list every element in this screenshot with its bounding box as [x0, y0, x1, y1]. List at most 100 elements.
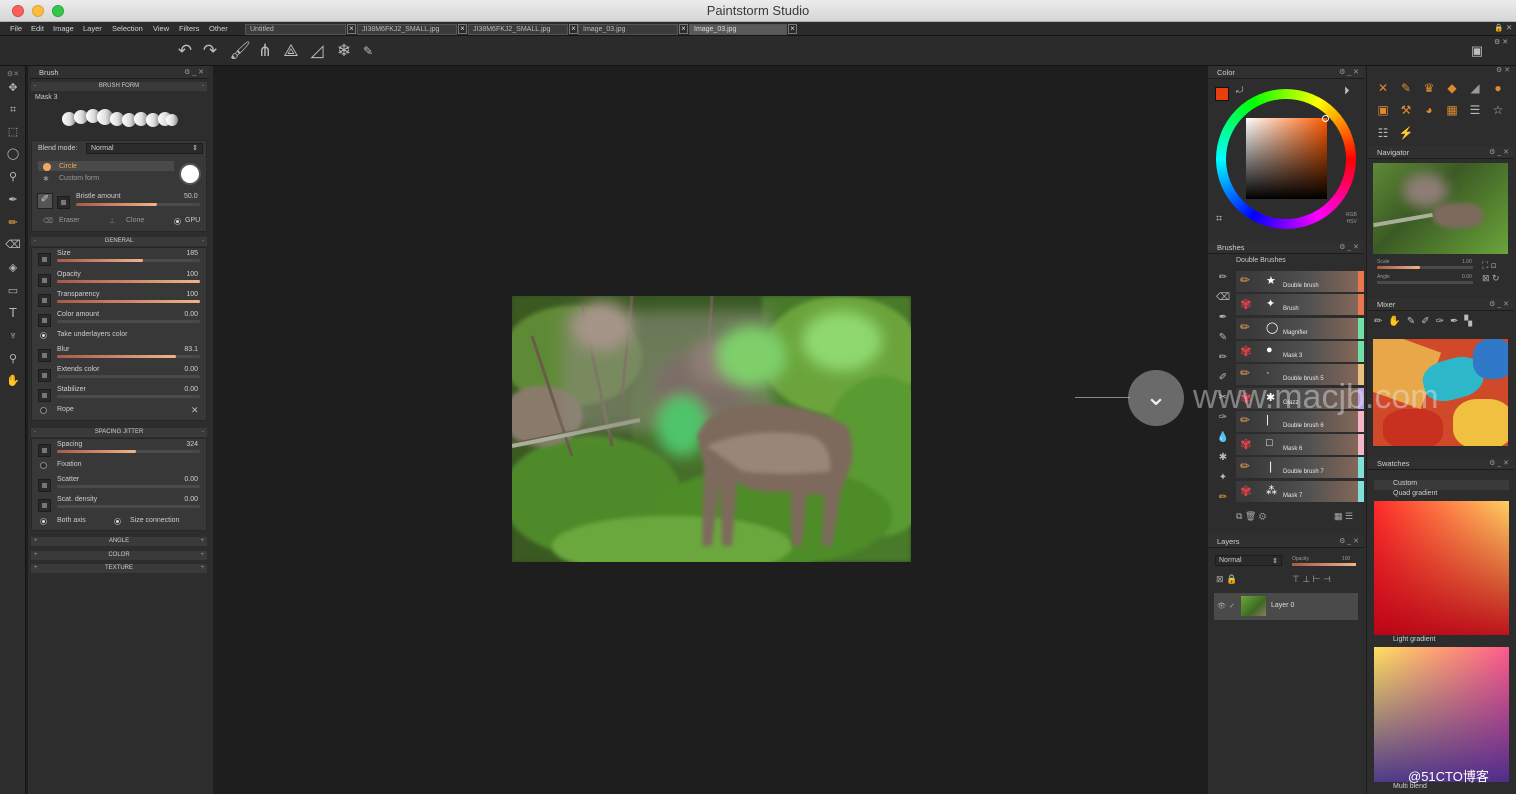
layer-align-icons[interactable]: ⊤ ⊥ ⊢ ⊣ — [1292, 574, 1331, 585]
param-size[interactable]: Size 185 — [36, 250, 204, 268]
visibility-icon[interactable]: 👁 — [1217, 602, 1226, 610]
param-scat-density[interactable]: Scat. density 0.00 — [36, 496, 204, 514]
tab-untitled[interactable]: Untitled — [245, 24, 346, 35]
magic-wand-icon[interactable]: ⚲ — [4, 168, 22, 186]
color-picker-handle[interactable] — [1322, 115, 1329, 122]
light-gradient-swatch[interactable] — [1374, 647, 1509, 782]
tab-close-icon[interactable]: × — [679, 24, 688, 34]
double-brush-category-icon[interactable]: ✏ — [1216, 492, 1230, 506]
general-header[interactable]: - GENERAL - — [31, 237, 207, 246]
fill-bucket-icon[interactable]: ◈ — [4, 259, 22, 277]
rope-radio[interactable] — [40, 407, 47, 414]
settings-icon[interactable]: ⚙ ✕ — [1494, 38, 1508, 46]
menu-image[interactable]: Image — [53, 24, 74, 33]
pencil-category-icon[interactable]: ✏ — [1216, 352, 1230, 366]
tool-notes-icon[interactable]: ☰ — [1467, 102, 1483, 118]
panel-controls-icon[interactable]: ⚙ _ ✕ — [1339, 68, 1359, 76]
brush-set-name[interactable]: Double Brushes — [1236, 257, 1286, 264]
brush-tool-icon[interactable]: 🖌 — [229, 40, 251, 62]
tab-close-icon[interactable]: × — [347, 24, 356, 34]
tool-pencil-icon[interactable]: ✎ — [1398, 80, 1414, 96]
layer-blend-select[interactable]: Normal ⇕ — [1215, 555, 1282, 566]
param-opacity[interactable]: Opacity 100 — [36, 271, 204, 289]
rope-tools-icon[interactable]: ✕ — [191, 405, 199, 416]
param-color-amount[interactable]: Color amount 0.00 — [36, 311, 204, 329]
blend-mode-select[interactable]: Normal ⇕ — [86, 143, 203, 154]
brush-actions-icons[interactable]: ⧉ 🗑 ⚙ — [1236, 511, 1266, 522]
panel-controls-icon[interactable]: ⚙ _ ✕ — [1489, 300, 1509, 308]
both-axis-radio[interactable] — [40, 518, 47, 525]
brush-tool-icon[interactable]: ✏ — [4, 214, 22, 232]
check-icon[interactable]: ✓ — [1229, 602, 1235, 610]
saturation-value-square[interactable] — [1246, 118, 1327, 199]
brush-list-item[interactable]: ✏ ◯ Magnifier — [1236, 317, 1364, 339]
form-custom-label[interactable]: Custom form — [59, 175, 99, 182]
eraser-tool-icon[interactable]: ⌫ — [4, 236, 22, 254]
marker-category-icon[interactable]: ✎ — [1216, 332, 1230, 346]
quad-gradient-swatch[interactable] — [1374, 501, 1509, 635]
scale-slider[interactable] — [1377, 266, 1473, 269]
hand-icon[interactable]: ✋ — [4, 372, 22, 390]
redo-icon[interactable]: ↷ — [199, 40, 221, 62]
size-connection-radio[interactable] — [114, 518, 121, 525]
gpu-radio[interactable] — [174, 218, 181, 225]
tab-close-icon[interactable]: × — [788, 24, 797, 34]
bristle-slider[interactable] — [76, 203, 200, 206]
lasso-icon[interactable]: ◯ — [4, 145, 22, 163]
spray-category-icon[interactable]: ✱ — [1216, 452, 1230, 466]
text-tool-icon[interactable]: T — [4, 304, 22, 322]
menu-file[interactable]: File — [10, 24, 22, 33]
layer-row[interactable]: 👁 ✓ Layer 0 — [1214, 593, 1358, 620]
param-stabilizer[interactable]: Stabilizer 0.00 — [36, 386, 204, 404]
zoom-icon[interactable]: ⚲ — [4, 350, 22, 368]
ruler-triangle-icon[interactable]: ◿ — [306, 40, 328, 62]
tool-layers-icon[interactable]: ◆ — [1444, 80, 1460, 96]
mixer-tool-icons[interactable]: ✏✋✎✐✑✒▚ — [1374, 316, 1478, 327]
color-model-labels[interactable]: RGB HSV — [1346, 212, 1357, 226]
menu-layer[interactable]: Layer — [83, 24, 102, 33]
eraser-category-icon[interactable]: ⌫ — [1216, 292, 1230, 306]
smudge-icon[interactable]: ♆ — [4, 327, 22, 345]
rect-select-icon[interactable]: ⬚ — [4, 123, 22, 141]
snowflake-icon[interactable]: ❄ — [333, 40, 355, 62]
spacing-jitter-header[interactable]: - SPACING JITTER - — [31, 428, 207, 437]
menu-selection[interactable]: Selection — [112, 24, 143, 33]
drop-category-icon[interactable]: 💧 — [1216, 432, 1230, 446]
stamp-category-icon[interactable]: ✦ — [1216, 472, 1230, 486]
menu-edit[interactable]: Edit — [31, 24, 44, 33]
param-transparency[interactable]: Transparency 100 — [36, 291, 204, 309]
panel-controls-icon[interactable]: ⚙ _ ✕ — [1339, 243, 1359, 251]
eyedropper-icon[interactable]: ✒ — [4, 191, 22, 209]
menu-filters[interactable]: Filters — [179, 24, 199, 33]
brush-list-item[interactable]: ✾ ✦ Brush — [1236, 294, 1364, 316]
brush-list-item[interactable]: ✏ ★ Double brush — [1236, 271, 1364, 292]
panel-controls-icon[interactable]: ⚙ _ ✕ — [184, 68, 204, 76]
fixation-radio[interactable] — [40, 462, 47, 469]
tab-close-icon[interactable]: × — [458, 24, 467, 34]
panel-settings-icon[interactable]: ⚙ ✕ — [1496, 66, 1510, 74]
underlayers-radio[interactable] — [40, 332, 47, 339]
tab-doc-1[interactable]: JI38M6FKJ2_SMALL.jpg — [357, 24, 457, 35]
angle-header[interactable]: + ANGLE + — [31, 537, 207, 546]
param-extends-color[interactable]: Extends color 0.00 — [36, 366, 204, 384]
menu-view[interactable]: View — [153, 24, 169, 33]
menu-other[interactable]: Other — [209, 24, 228, 33]
clone-toggle[interactable]: Clone — [126, 217, 144, 224]
canvas-image[interactable] — [512, 296, 911, 562]
bristle-brush-icon[interactable]: ✐ — [37, 193, 53, 209]
layer-opacity-slider[interactable] — [1292, 563, 1356, 566]
angle-slider[interactable] — [1377, 281, 1473, 284]
tool-cross-icon[interactable]: ✕ — [1375, 80, 1391, 96]
brush-list-item[interactable]: ✏ ❘ Double brush 7 — [1236, 457, 1364, 479]
brush-tip-preview[interactable] — [179, 163, 201, 185]
tool-circle-icon[interactable]: ● — [1490, 80, 1506, 96]
tab-doc-4-active[interactable]: Image_03.jpg — [689, 24, 787, 35]
brush-category-icon[interactable]: ✏ — [1216, 272, 1230, 286]
eraser-toggle[interactable]: Eraser — [59, 217, 80, 224]
panel-controls-icon[interactable]: ⚙ _ ✕ — [1489, 459, 1509, 467]
navigator-preview[interactable] — [1373, 163, 1508, 254]
panel-controls-icon[interactable]: ⚙ _ ✕ — [1489, 148, 1509, 156]
bristle-checkbox[interactable] — [57, 196, 70, 209]
tool-star-icon[interactable]: ☆ — [1490, 102, 1506, 118]
close-icon[interactable]: ✕ — [1506, 23, 1512, 32]
